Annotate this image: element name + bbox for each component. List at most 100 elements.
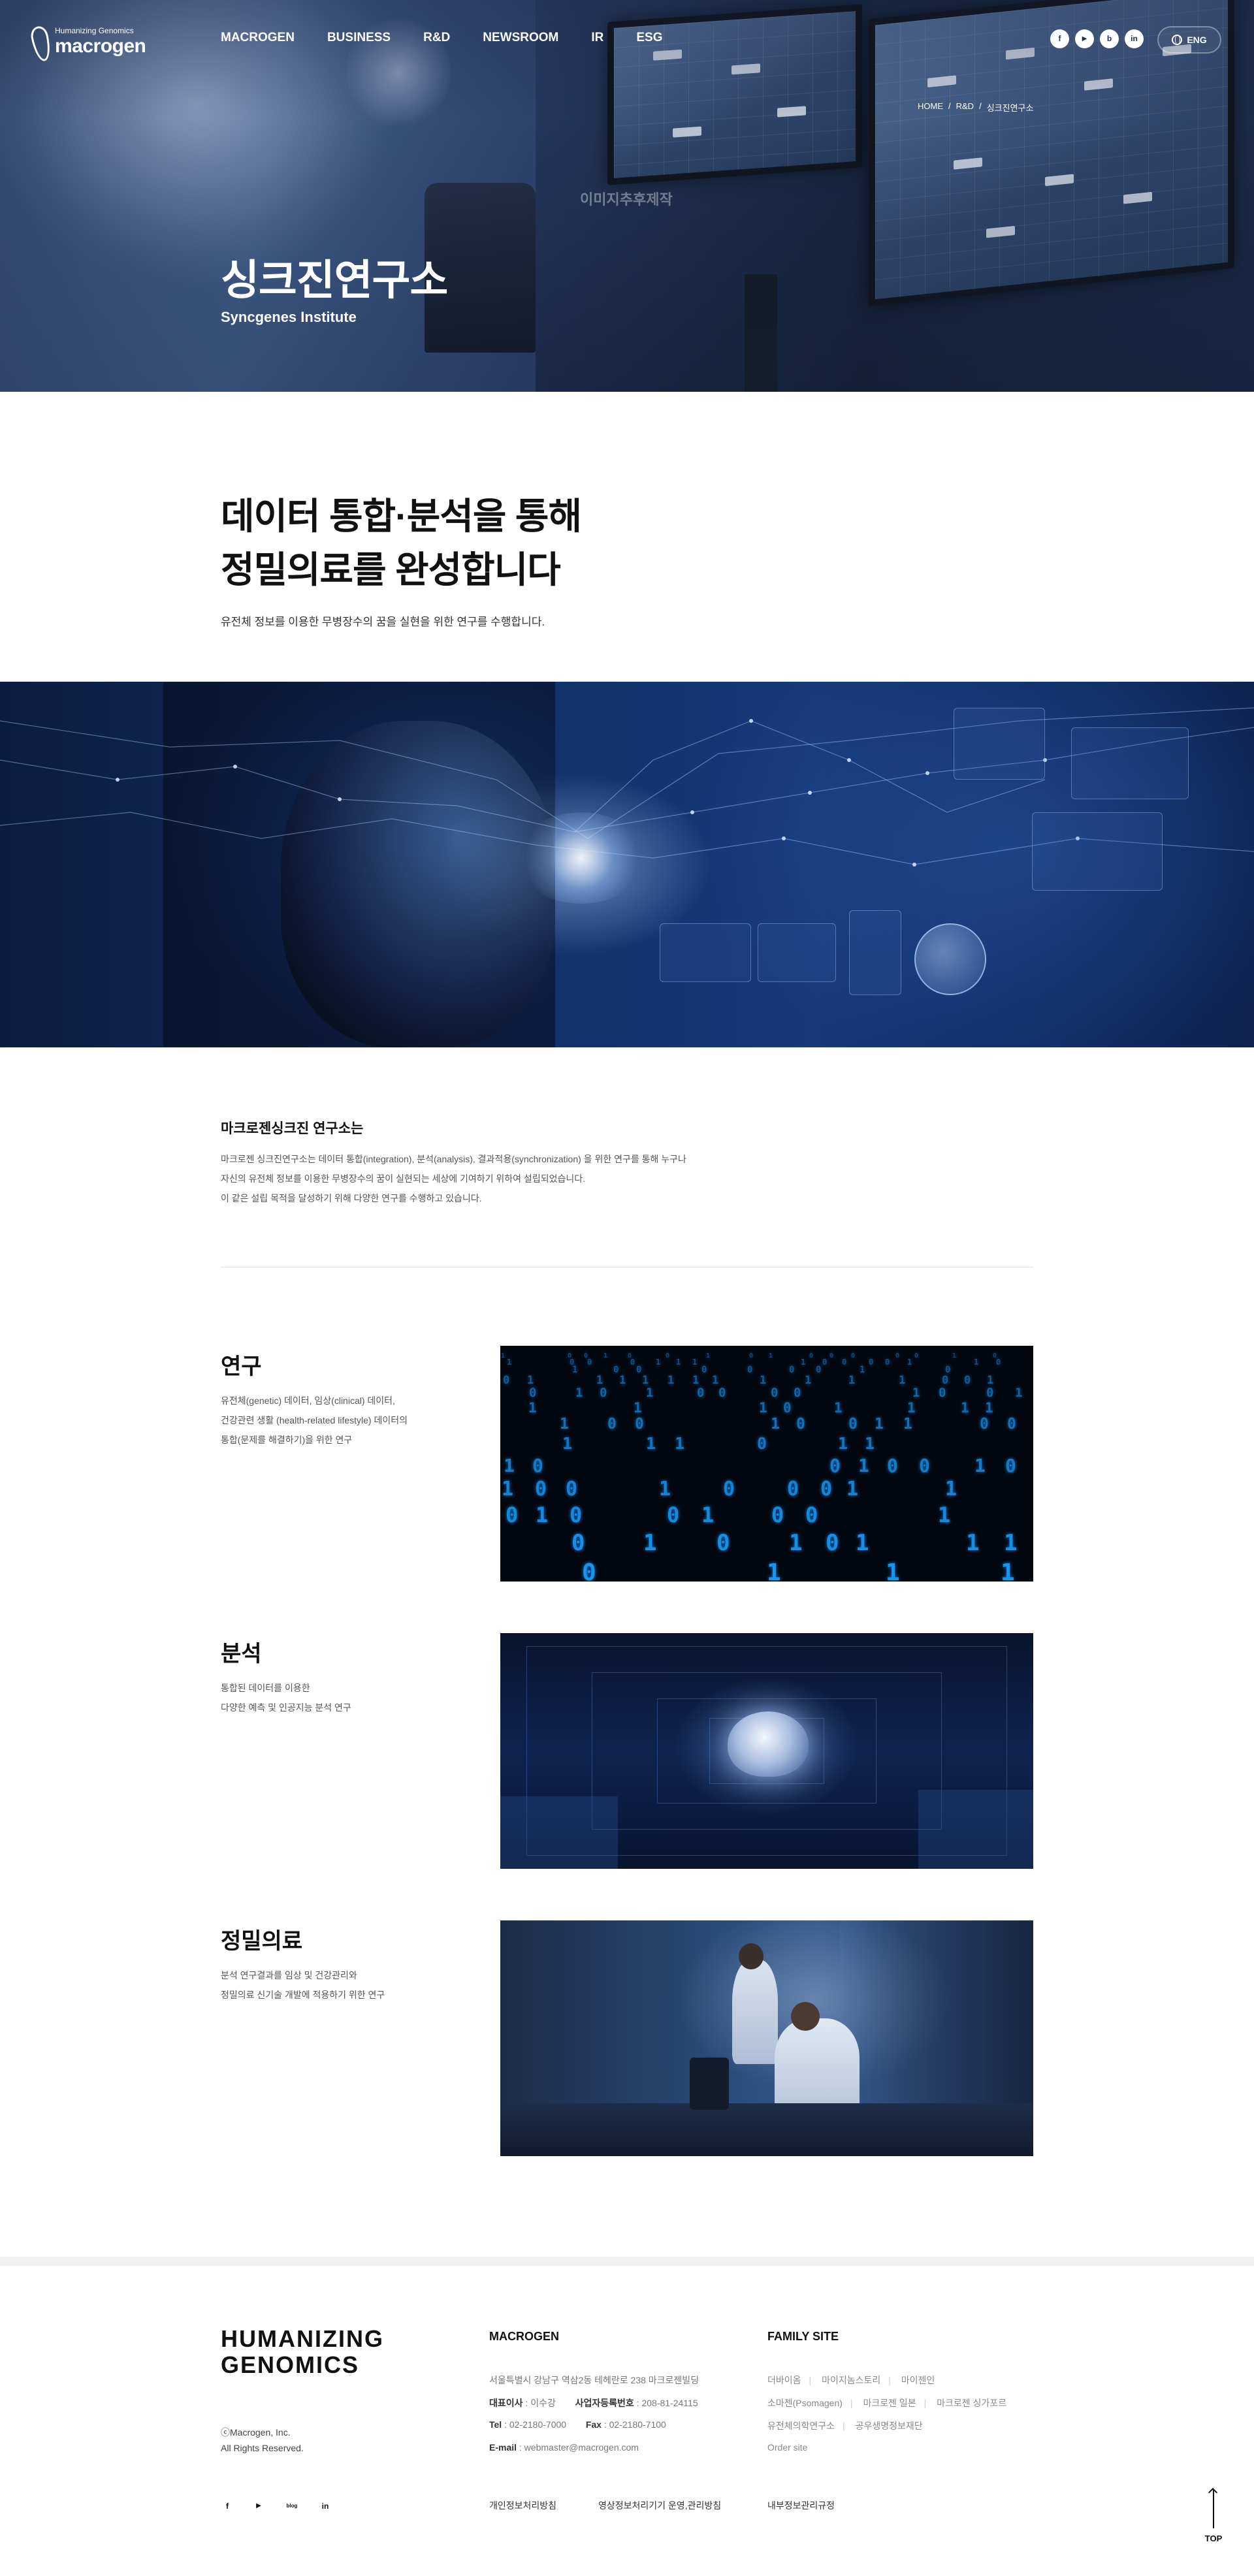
- binary-digit-decoration: 0: [942, 1374, 949, 1387]
- binary-digit-decoration: 0: [887, 1455, 898, 1476]
- binary-digit-decoration: 1: [619, 1374, 626, 1387]
- binary-digit-decoration: 0: [503, 1374, 510, 1387]
- binary-digit-decoration: 1: [646, 1434, 656, 1453]
- family-site-link[interactable]: 공우생명정보재단: [856, 2421, 923, 2431]
- nav-item-macrogen[interactable]: MACROGEN: [221, 31, 295, 45]
- binary-digit-decoration: 1: [527, 1374, 534, 1387]
- nav-item-newsroom[interactable]: NEWSROOM: [483, 31, 558, 45]
- binary-digit-decoration: 0: [667, 1503, 680, 1527]
- section-text-line: 분석 연구결과를 임상 및 건강관리와: [221, 1970, 357, 1980]
- bizno-value: : 208-81-24115: [634, 2398, 698, 2408]
- nav-item-ir[interactable]: IR: [591, 31, 603, 45]
- intro-heading-line2: 정밀의료를 완성합니다: [221, 549, 561, 590]
- linkedin-icon[interactable]: in: [319, 2500, 332, 2513]
- binary-digit-decoration: 0: [582, 1559, 596, 1582]
- family-site-link[interactable]: 유전체의학연구소: [767, 2421, 835, 2431]
- breadcrumb-home[interactable]: HOME: [918, 101, 943, 114]
- binary-digit-decoration: 1: [771, 1416, 780, 1433]
- binary-digit-decoration: 1: [676, 1358, 681, 1367]
- binary-digit-decoration: 1: [575, 1386, 583, 1400]
- linkedin-icon[interactable]: in: [1125, 29, 1144, 48]
- binary-digit-decoration: 1: [974, 1455, 986, 1476]
- ceo-value: : 이수강: [522, 2398, 556, 2408]
- binary-digit-decoration: 0: [794, 1386, 801, 1400]
- main-nav: MACROGEN BUSINESS R&D NEWSROOM IR ESG: [221, 31, 696, 45]
- nav-item-business[interactable]: BUSINESS: [327, 31, 391, 45]
- internal-info-policy-link[interactable]: 내부정보관리규정: [767, 2499, 835, 2512]
- language-button[interactable]: ENG: [1157, 26, 1221, 54]
- nav-item-esg[interactable]: ESG: [636, 31, 662, 45]
- cctv-policy-link[interactable]: 영상정보처리기기 운영,관리방침: [598, 2499, 721, 2512]
- binary-digit-decoration: 1: [945, 1478, 957, 1501]
- binary-digit-decoration: 1: [848, 1374, 856, 1387]
- binary-digit-decoration: 1: [667, 1374, 675, 1387]
- binary-digit-decoration: 0: [885, 1358, 890, 1367]
- family-site-link[interactable]: 마이지놈스토리: [822, 2375, 880, 2385]
- intro-text: 유전체 정보를 이용한 무병장수의 꿈을 실현을 위한 연구를 수행합니다.: [221, 616, 545, 628]
- family-site-link[interactable]: 마이젠인: [901, 2375, 935, 2385]
- family-site-link[interactable]: 마크로젠 일본: [863, 2398, 916, 2408]
- binary-digit-decoration: 1: [562, 1434, 573, 1453]
- logo-tagline: Humanizing Genomics: [55, 26, 134, 35]
- lab-scientists-image: [500, 1920, 1033, 2156]
- binary-digit-decoration: 1: [504, 1455, 515, 1476]
- facebook-icon[interactable]: f: [1050, 29, 1069, 48]
- order-site-link[interactable]: Order site: [767, 2442, 807, 2453]
- site-logo[interactable]: Humanizing Genomics macrogen: [29, 22, 150, 63]
- binary-digit-decoration: 1: [801, 1358, 806, 1367]
- binary-digit-decoration: 1: [875, 1416, 884, 1433]
- binary-digit-decoration: 0: [529, 1386, 537, 1400]
- email-value[interactable]: : webmaster@macrogen.com: [517, 2442, 639, 2453]
- binary-digit-decoration: 0: [939, 1386, 946, 1400]
- blog-icon[interactable]: b: [1100, 29, 1119, 48]
- binary-digit-decoration: 0: [701, 1365, 707, 1375]
- binary-digit-decoration: 0: [1005, 1455, 1016, 1476]
- binary-digit-decoration: 1: [789, 1530, 803, 1556]
- blog-icon[interactable]: blog: [283, 2500, 300, 2513]
- intro-heading-line1: 데이터 통합·분석을 통해: [221, 496, 582, 537]
- binary-digit-decoration: 1: [536, 1503, 549, 1527]
- family-site-link[interactable]: 더바이옴: [767, 2375, 801, 2385]
- fax-label: Fax: [585, 2419, 602, 2430]
- macrogen-logo-icon: [29, 24, 54, 63]
- arrow-up-icon: [1213, 2489, 1214, 2528]
- binary-digit-decoration: 0: [895, 1352, 900, 1360]
- youtube-icon[interactable]: ▶: [252, 2500, 265, 2513]
- footer-tel-fax: Tel : 02-2180-7000 Fax : 02-2180-7100: [489, 2419, 666, 2430]
- about-text-line: 마크로젠 싱크진연구소는 데이터 통합(integration), 분석(ana…: [221, 1154, 686, 1164]
- binary-digit-decoration: 1: [903, 1416, 912, 1433]
- section-text-line: 정밀의료 신기술 개발에 적용하기 위한 연구: [221, 1990, 385, 2000]
- earth-globe-graphic: [914, 923, 986, 995]
- section-text-line: 다양한 예측 및 인공지능 분석 연구: [221, 1702, 351, 1713]
- section-text-line: 통합(문제를 해결하기)을 위한 연구: [221, 1435, 353, 1445]
- section-title-precision-medicine: 정밀의료: [221, 1929, 303, 1954]
- family-site-link[interactable]: 마크로젠 싱가포르: [937, 2398, 1006, 2408]
- binary-digit-decoration: 0: [796, 1416, 805, 1433]
- binary-digit-decoration: 0: [716, 1530, 730, 1556]
- binary-digit-decoration: 1: [846, 1478, 859, 1501]
- family-site-link[interactable]: 소마젠(Psomagen): [767, 2398, 843, 2408]
- facebook-icon[interactable]: f: [221, 2500, 234, 2513]
- binary-digit-decoration: 0: [996, 1358, 1001, 1367]
- binary-digit-decoration: 0: [666, 1352, 670, 1360]
- top-label: TOP: [1204, 2534, 1223, 2543]
- youtube-icon[interactable]: ▶: [1075, 29, 1094, 48]
- binary-digit-decoration: 1: [1015, 1386, 1023, 1400]
- binary-digit-decoration: 0: [723, 1478, 735, 1501]
- breadcrumb-rnd[interactable]: R&D: [956, 101, 974, 114]
- image-placeholder-note: 이미지추후제작: [580, 191, 673, 208]
- ceo-label: 대표이사: [489, 2398, 523, 2408]
- tel-label: Tel: [489, 2419, 502, 2430]
- footer-brand-line1: HUMANIZING: [221, 2325, 384, 2352]
- binary-digit-decoration: 0: [587, 1358, 592, 1367]
- binary-digit-decoration: 1: [643, 1530, 657, 1556]
- binary-digit-decoration: 0: [820, 1478, 833, 1501]
- privacy-policy-link[interactable]: 개인정보처리방침: [489, 2499, 556, 2512]
- nav-item-rnd[interactable]: R&D: [423, 31, 450, 45]
- tel-value: : 02-2180-7000: [502, 2419, 567, 2430]
- page-subtitle: Syncgenes Institute: [221, 309, 357, 325]
- back-to-top-button[interactable]: TOP: [1204, 2489, 1223, 2545]
- binary-digit-decoration: 0: [771, 1386, 779, 1400]
- binary-digit-decoration: 1: [706, 1352, 711, 1360]
- binary-digit-decoration: 1: [974, 1358, 979, 1367]
